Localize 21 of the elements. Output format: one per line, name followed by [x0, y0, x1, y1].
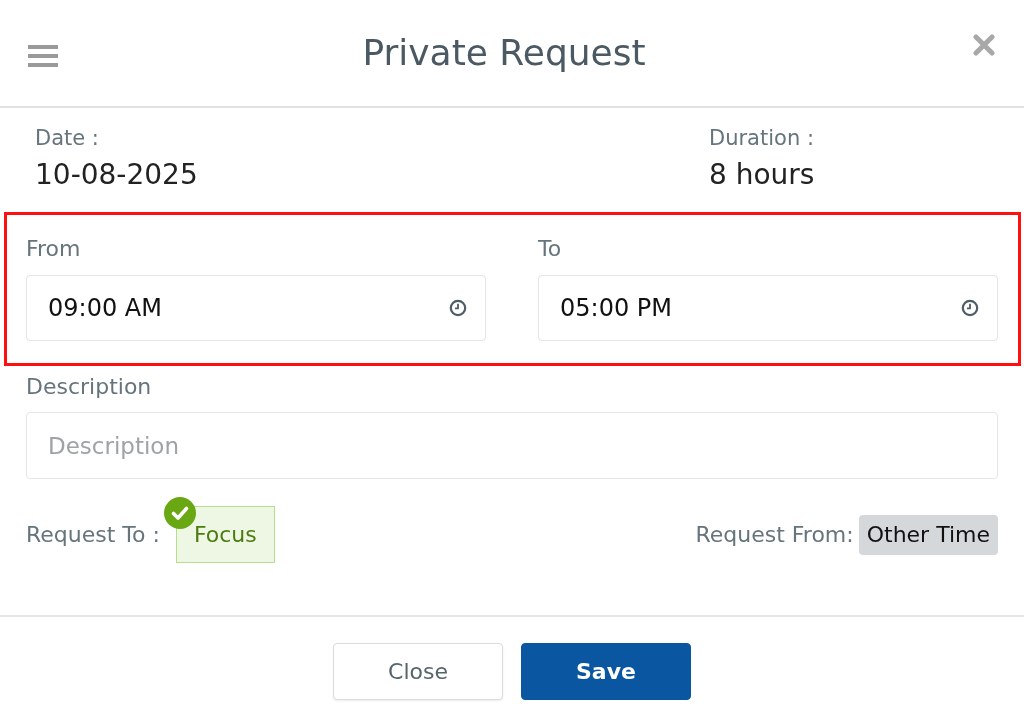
field-label: From — [26, 236, 81, 262]
description-input[interactable]: Description — [26, 412, 998, 479]
field-label: Description — [26, 374, 152, 400]
request-from-label: Request From: — [695, 522, 854, 547]
info-value: 10-08-2025 — [35, 159, 198, 191]
clock-icon[interactable] — [961, 299, 979, 317]
check-icon — [163, 497, 196, 529]
info-label: Date : — [35, 126, 99, 150]
info-value: 8 hours — [709, 159, 815, 191]
option-chip[interactable]: Focus — [175, 506, 275, 563]
menu-icon[interactable] — [28, 44, 58, 68]
save-button[interactable]: Save — [521, 643, 691, 700]
time-input[interactable]: 05:00 PM — [538, 275, 998, 341]
close-button[interactable]: Close — [333, 643, 503, 700]
request-to-label: Request To : — [26, 522, 160, 547]
clock-icon[interactable] — [449, 299, 467, 317]
field-label: To — [538, 236, 562, 262]
info-label: Duration : — [709, 126, 814, 150]
time-input[interactable]: 09:00 AM — [26, 275, 486, 341]
request-from-tag: Other Time — [858, 514, 998, 555]
dialog-title: Private Request — [362, 31, 646, 75]
